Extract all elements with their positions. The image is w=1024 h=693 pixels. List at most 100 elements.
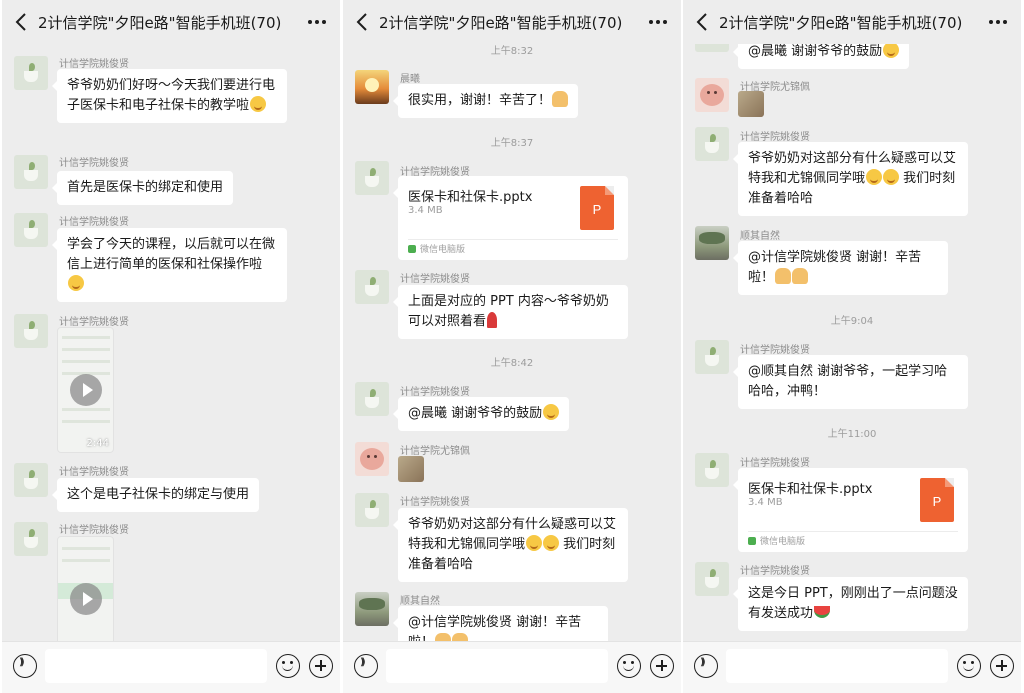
back-arrow-icon[interactable] xyxy=(353,11,373,33)
message-text: 这个是电子社保卡的绑定与使用 xyxy=(67,487,250,502)
message-text: @晨曦 谢谢爷爷的鼓励 xyxy=(408,406,543,421)
sender-name: 计信学院姚俊贤 xyxy=(59,467,129,478)
chat-header: 2计信学院"夕阳e路"智能手机班(70) xyxy=(683,0,1021,44)
avatar[interactable] xyxy=(695,127,729,161)
avatar[interactable] xyxy=(695,44,729,52)
sender-name: 晨曦 xyxy=(400,74,420,85)
message-bubble[interactable]: @顺其自然 谢谢爷爷，一起学习哈哈哈，冲鸭！ xyxy=(733,355,968,409)
chat-header: 2计信学院"夕阳e路"智能手机班(70) xyxy=(2,0,340,44)
message-text: 上面是对应的 PPT 内容～爷爷奶奶可以对照着看 xyxy=(408,294,609,329)
avatar[interactable] xyxy=(355,70,389,104)
more-options-icon[interactable] xyxy=(647,12,669,32)
emoji-picker-icon[interactable] xyxy=(276,654,300,678)
timestamp: 上午11:00 xyxy=(827,429,877,440)
message-text: @顺其自然 谢谢爷爷，一起学习哈哈哈，冲鸭！ xyxy=(748,364,948,399)
sender-name: 计信学院姚俊贤 xyxy=(400,387,470,398)
play-icon[interactable] xyxy=(70,583,102,615)
more-functions-plus-icon[interactable] xyxy=(990,654,1014,678)
avatar[interactable] xyxy=(355,442,389,476)
input-bar xyxy=(343,641,681,693)
message-bubble[interactable]: 爷爷奶奶们好呀～今天我们要进行电子医保卡和电子社保卡的教学啦 xyxy=(52,69,287,123)
chat-screen-2: 2计信学院"夕阳e路"智能手机班(70) 上午8:32 晨曦 很实用，谢谢！辛苦… xyxy=(343,0,681,693)
more-functions-plus-icon[interactable] xyxy=(650,654,674,678)
chat-header: 2计信学院"夕阳e路"智能手机班(70) xyxy=(343,0,681,44)
more-functions-plus-icon[interactable] xyxy=(309,654,333,678)
chat-title: 2计信学院"夕阳e路"智能手机班(70) xyxy=(38,14,282,32)
smile-emoji-icon xyxy=(883,44,900,58)
message-bubble[interactable]: @计信学院姚俊贤 谢谢！辛苦啦！ xyxy=(733,241,948,295)
message-bubble[interactable]: 爷爷奶奶对这部分有什么疑惑可以艾特我和尤锦佩同学哦 我们时刻准备着哈哈 xyxy=(393,508,628,582)
back-arrow-icon[interactable] xyxy=(12,11,32,33)
message-bubble[interactable]: 这是今日 PPT，刚刚出了一点问题没有发送成功 xyxy=(733,577,968,631)
more-options-icon[interactable] xyxy=(987,12,1009,32)
message-list[interactable]: 计信学院姚俊贤 爷爷奶奶们好呀～今天我们要进行电子医保卡和电子社保卡的教学啦 计… xyxy=(2,44,340,641)
image-message[interactable] xyxy=(738,91,764,117)
avatar[interactable] xyxy=(14,522,48,556)
pray-emoji-icon xyxy=(452,633,469,641)
emoji-picker-icon[interactable] xyxy=(617,654,641,678)
avatar[interactable] xyxy=(355,161,389,195)
rose-emoji-icon xyxy=(487,312,498,328)
pray-emoji-icon xyxy=(552,91,569,107)
chat-screen-3: 2计信学院"夕阳e路"智能手机班(70) @晨曦 谢谢爷爷的鼓励 计信学院尤锦佩… xyxy=(683,0,1021,693)
image-message[interactable] xyxy=(398,456,424,482)
play-icon[interactable] xyxy=(70,374,102,406)
avatar[interactable] xyxy=(14,463,48,497)
message-bubble[interactable]: 这个是电子社保卡的绑定与使用 xyxy=(51,478,260,512)
voice-input-icon[interactable] xyxy=(13,654,37,678)
sender-name: 计信学院姚俊贤 xyxy=(740,566,810,577)
avatar[interactable] xyxy=(14,56,48,90)
timestamp: 上午9:04 xyxy=(830,316,874,327)
sender-name: 计信学院姚俊贤 xyxy=(400,497,470,508)
shush-emoji-icon xyxy=(68,275,84,291)
voice-input-icon[interactable] xyxy=(694,654,718,678)
avatar[interactable] xyxy=(355,592,389,626)
emoji-picker-icon[interactable] xyxy=(957,654,981,678)
message-input[interactable] xyxy=(45,649,267,683)
message-list[interactable]: 上午8:32 晨曦 很实用，谢谢！辛苦了！ 上午8:37 计信学院姚俊贤 医保卡… xyxy=(343,44,681,641)
message-text: 首先是医保卡的绑定和使用 xyxy=(67,180,224,195)
message-input[interactable] xyxy=(726,649,948,683)
avatar[interactable] xyxy=(355,493,389,527)
more-options-icon[interactable] xyxy=(306,12,328,32)
message-text: 爷爷奶奶们好呀～今天我们要进行电子医保卡和电子社保卡的教学啦 xyxy=(67,78,276,113)
avatar[interactable] xyxy=(695,340,729,374)
video-message[interactable]: 2:44 xyxy=(57,327,114,453)
message-text: @计信学院姚俊贤 谢谢！辛苦啦！ xyxy=(748,250,922,285)
avatar[interactable] xyxy=(14,155,48,189)
sender-name: 计信学院姚俊贤 xyxy=(59,525,129,536)
avatar[interactable] xyxy=(695,453,729,487)
file-size: 3.4 MB xyxy=(748,497,783,508)
message-bubble[interactable]: 爷爷奶奶对这部分有什么疑惑可以艾特我和尤锦佩同学哦 我们时刻准备着哈哈 xyxy=(733,142,968,216)
timestamp: 上午8:42 xyxy=(490,358,534,369)
message-bubble[interactable]: 很实用，谢谢！辛苦了！ xyxy=(392,84,579,118)
shush-emoji-icon xyxy=(883,169,900,185)
message-bubble[interactable]: 首先是医保卡的绑定和使用 xyxy=(51,171,234,205)
message-bubble[interactable]: 学会了今天的课程，以后就可以在微信上进行简单的医保和社保操作啦 xyxy=(52,228,287,302)
avatar[interactable] xyxy=(695,226,729,260)
avatar[interactable] xyxy=(695,562,729,596)
message-bubble[interactable]: 上面是对应的 PPT 内容～爷爷奶奶可以对照着看 xyxy=(393,285,628,339)
message-bubble[interactable]: @晨曦 谢谢爷爷的鼓励 xyxy=(732,44,910,69)
message-input[interactable] xyxy=(386,649,608,683)
avatar[interactable] xyxy=(14,314,48,348)
avatar[interactable] xyxy=(355,382,389,416)
smile-emoji-icon xyxy=(543,404,560,420)
sender-name: 计信学院姚俊贤 xyxy=(740,458,810,469)
message-list[interactable]: @晨曦 谢谢爷爷的鼓励 计信学院尤锦佩 计信学院姚俊贤 爷爷奶奶对这部分有什么疑… xyxy=(683,44,1021,641)
message-bubble[interactable]: @计信学院姚俊贤 谢谢！辛苦啦！ xyxy=(393,606,608,641)
avatar[interactable] xyxy=(695,78,729,112)
input-bar xyxy=(2,641,340,693)
sender-name: 计信学院尤锦佩 xyxy=(400,446,470,457)
sender-name: 顺其自然 xyxy=(400,596,440,607)
ppt-file-icon: P xyxy=(580,186,614,230)
video-message[interactable] xyxy=(57,536,114,641)
avatar[interactable] xyxy=(14,213,48,247)
voice-input-icon[interactable] xyxy=(354,654,378,678)
back-arrow-icon[interactable] xyxy=(693,11,713,33)
file-message[interactable]: 医保卡和社保卡.pptx 3.4 MB P 微信电脑版 xyxy=(393,176,628,260)
file-message[interactable]: 医保卡和社保卡.pptx 3.4 MB P 微信电脑版 xyxy=(733,468,968,552)
avatar[interactable] xyxy=(355,270,389,304)
message-bubble[interactable]: @晨曦 谢谢爷爷的鼓励 xyxy=(392,397,570,431)
sender-name: 计信学院姚俊贤 xyxy=(59,59,129,70)
